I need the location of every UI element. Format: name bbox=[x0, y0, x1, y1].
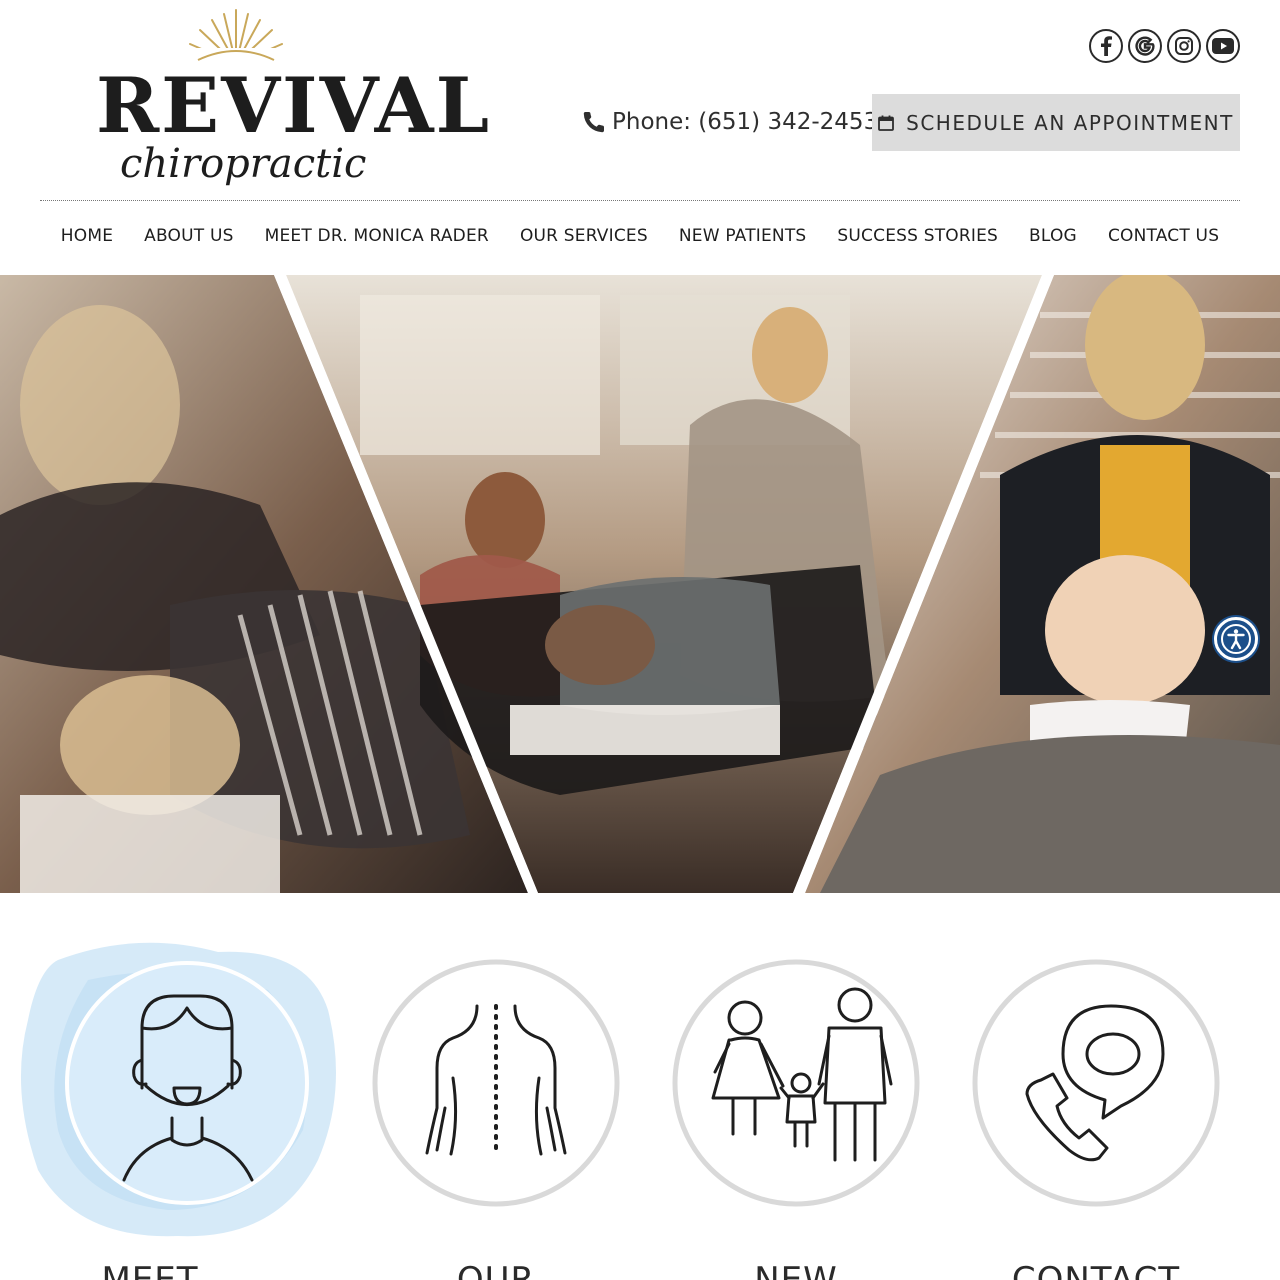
nav-item-meet-dr[interactable]: MEET DR. MONICA RADER bbox=[249, 222, 504, 250]
hero-banner bbox=[0, 275, 1280, 893]
feature-label-contact: CONTACT bbox=[1011, 1260, 1181, 1280]
phone-icon bbox=[583, 111, 605, 133]
nav-item-blog[interactable]: BLOG bbox=[1014, 222, 1093, 250]
feature-contact[interactable]: CONTACT bbox=[946, 930, 1246, 1280]
feature-label-our: OUR bbox=[456, 1260, 536, 1280]
appointment-label: SCHEDULE AN APPOINTMENT bbox=[906, 110, 1234, 135]
instagram-icon[interactable] bbox=[1167, 29, 1201, 63]
phone-link[interactable]: Phone: (651) 342-2453 bbox=[582, 104, 878, 140]
header-divider bbox=[40, 200, 1240, 201]
phone-label: Phone: (651) 342-2453 bbox=[612, 109, 879, 135]
schedule-appointment-button[interactable]: SCHEDULE AN APPOINTMENT bbox=[872, 94, 1240, 151]
nav-item-home[interactable]: HOME bbox=[45, 222, 128, 250]
logo-wordmark: REVIVAL bbox=[96, 61, 492, 150]
logo-tagline: chiropractic bbox=[120, 141, 367, 187]
accessibility-icon bbox=[1221, 624, 1251, 654]
nav-item-about-us[interactable]: ABOUT US bbox=[129, 222, 249, 250]
feature-meet[interactable]: MEET bbox=[20, 930, 337, 1280]
main-nav: HOME ABOUT US MEET DR. MONICA RADER OUR … bbox=[0, 222, 1280, 250]
nav-item-contact-us[interactable]: CONTACT US bbox=[1092, 222, 1234, 250]
nav-item-success-stories[interactable]: SUCCESS STORIES bbox=[822, 222, 1014, 250]
feature-label-meet: MEET bbox=[101, 1260, 199, 1280]
accessibility-button[interactable] bbox=[1214, 617, 1258, 661]
calendar-icon bbox=[878, 115, 895, 131]
nav-item-our-services[interactable]: OUR SERVICES bbox=[504, 222, 663, 250]
facebook-icon[interactable] bbox=[1089, 29, 1123, 63]
sunburst-icon bbox=[184, 9, 288, 66]
feature-links: MEET OUR NEW CONTACT bbox=[0, 930, 1280, 1280]
logo[interactable]: REVIVAL chiropractic bbox=[96, 8, 492, 200]
nav-item-new-patients[interactable]: NEW PATIENTS bbox=[663, 222, 822, 250]
feature-our[interactable]: OUR bbox=[346, 930, 646, 1280]
feature-label-new: NEW bbox=[754, 1260, 838, 1280]
social-links bbox=[1089, 29, 1240, 63]
google-icon[interactable] bbox=[1128, 29, 1162, 63]
feature-new[interactable]: NEW bbox=[646, 930, 946, 1280]
youtube-icon[interactable] bbox=[1206, 29, 1240, 63]
site-header: REVIVAL chiropractic Phone: (651) 342-24… bbox=[0, 0, 1280, 200]
